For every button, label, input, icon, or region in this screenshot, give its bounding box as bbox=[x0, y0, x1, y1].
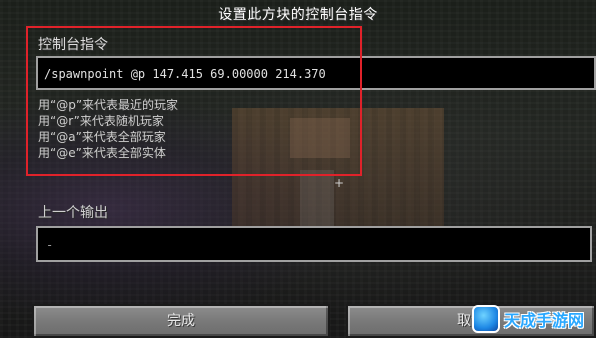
command-block-detail bbox=[300, 170, 334, 230]
dialog-title: 设置此方块的控制台指令 bbox=[218, 7, 378, 23]
previous-output-field[interactable]: - bbox=[36, 226, 592, 262]
previous-output-label: 上一个输出 bbox=[38, 205, 108, 221]
game-screen: 设置此方块的控制台指令 控制台指令 /spawnpoint @p 147.415… bbox=[0, 0, 596, 338]
site-watermark: 天成手游网 bbox=[472, 304, 590, 334]
game-badge-icon bbox=[472, 305, 500, 333]
crosshair-icon: + bbox=[334, 176, 345, 190]
done-button[interactable]: 完成 bbox=[32, 304, 330, 338]
annotation-highlight-box bbox=[26, 26, 362, 176]
watermark-text: 天成手游网 bbox=[504, 311, 585, 330]
